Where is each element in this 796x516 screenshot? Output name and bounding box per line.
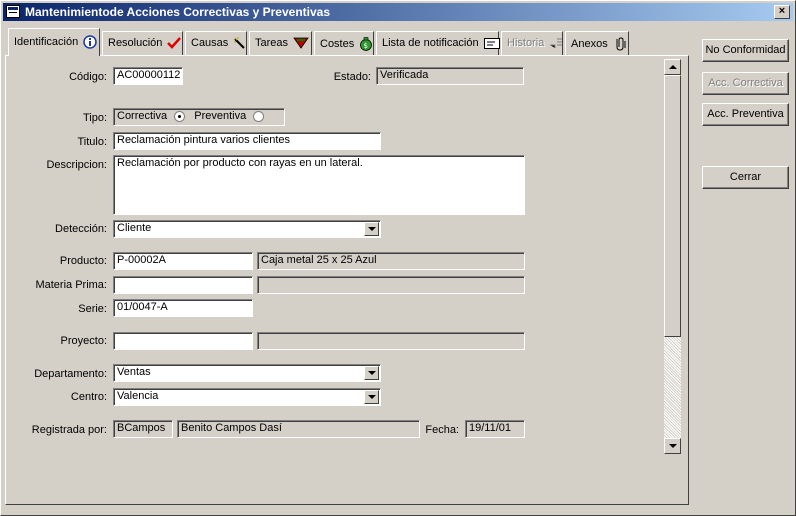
envelope-icon <box>483 37 500 49</box>
descripcion-label: Descripcion: <box>46 159 107 171</box>
producto-description-field: Caja metal 25 x 25 Azul <box>257 252 525 270</box>
info-icon <box>83 35 98 49</box>
chevron-down-icon[interactable] <box>364 366 379 380</box>
deteccion-value: Cliente <box>117 222 152 234</box>
proyecto-label: Proyecto: <box>60 335 107 347</box>
no-conformidad-button[interactable]: No Conformidad <box>702 39 789 62</box>
paperclip-icon <box>616 37 626 51</box>
wand-icon <box>234 37 246 49</box>
tab-costes[interactable]: Costes $ <box>314 31 374 55</box>
descripcion-textarea[interactable]: Reclamación por producto con rayas en un… <box>113 155 525 215</box>
tab-label: Anexos <box>571 37 608 50</box>
chevron-down-icon[interactable] <box>364 390 379 404</box>
app-icon <box>6 5 20 18</box>
tab-causas[interactable]: Causas <box>185 31 247 55</box>
producto-label: Producto: <box>59 255 107 267</box>
tipo-correctiva-radio[interactable] <box>174 110 186 122</box>
materia-prima-label: Materia Prima: <box>35 279 107 291</box>
materia-prima-code-field[interactable] <box>113 276 253 294</box>
codigo-label: Código: <box>69 71 107 83</box>
tipo-label: Tipo: <box>82 112 107 124</box>
scroll-down-button[interactable] <box>664 438 681 454</box>
title-bar[interactable]: Mantenimientode Acciones Correctivas y P… <box>3 3 793 21</box>
tab-label: Causas <box>191 37 229 49</box>
history-icon <box>550 38 563 49</box>
tab-identificacion[interactable]: Identificación <box>8 28 100 56</box>
codigo-field[interactable]: AC00000112 <box>113 67 183 85</box>
deteccion-select[interactable]: Cliente <box>113 220 381 238</box>
tipo-correctiva-label: Correctiva <box>117 110 168 122</box>
fecha-label: Fecha: <box>425 424 459 436</box>
cerrar-button[interactable]: Cerrar <box>702 166 789 189</box>
serie-label: Serie: <box>78 303 107 315</box>
svg-text:$: $ <box>364 42 368 50</box>
tab-lista-notificacion[interactable]: Lista de notificación <box>376 31 500 55</box>
tipo-preventiva-radio[interactable] <box>253 110 265 122</box>
estado-label: Estado: <box>333 71 371 83</box>
scroll-thumb[interactable] <box>664 75 681 337</box>
titulo-label: Titulo: <box>77 136 107 148</box>
fecha-field: 19/11/01 <box>465 420 525 438</box>
centro-label: Centro: <box>70 391 107 403</box>
chevron-down-icon[interactable] <box>364 222 379 236</box>
acc-preventiva-button[interactable]: Acc. Preventiva <box>702 103 789 126</box>
tab-label: Resolución <box>108 37 163 49</box>
materia-prima-description-field <box>257 276 525 294</box>
tab-label: Historia <box>507 37 545 49</box>
tipo-preventiva-label: Preventiva <box>194 110 247 122</box>
tab-historia[interactable]: Historia <box>501 31 563 55</box>
titulo-field[interactable]: Reclamación pintura varios clientes <box>113 132 381 150</box>
main-window: Mantenimientode Acciones Correctivas y P… <box>0 0 796 516</box>
departamento-value: Ventas <box>117 366 151 378</box>
tasks-icon <box>293 37 309 49</box>
tab-label: Costes <box>320 37 355 50</box>
deteccion-label: Detección: <box>55 223 107 235</box>
checkmark-icon <box>167 37 182 49</box>
tab-anexos[interactable]: Anexos <box>565 31 629 55</box>
centro-select[interactable]: Valencia <box>113 388 381 406</box>
tab-resolucion[interactable]: Resolución <box>102 31 183 55</box>
window-title: Mantenimientode Acciones Correctivas y P… <box>25 5 331 19</box>
proyecto-description-field <box>257 332 525 350</box>
serie-field[interactable]: 01/0047-A <box>113 299 253 317</box>
tab-label: Tareas <box>255 37 289 49</box>
proyecto-code-field[interactable] <box>113 332 253 350</box>
tab-label: Lista de notificación <box>382 37 479 49</box>
registrada-label: Registrada por: <box>31 424 107 436</box>
scroll-up-button[interactable] <box>664 59 681 75</box>
estado-field: Verificada <box>376 67 524 85</box>
departamento-select[interactable]: Ventas <box>113 364 381 382</box>
registrada-name-field: Benito Campos Dasí <box>177 420 420 438</box>
tab-label: Identificación <box>14 35 79 48</box>
tipo-radio-group: Correctiva Preventiva <box>113 108 285 126</box>
money-bag-icon: $ <box>360 37 373 51</box>
registrada-user-field: BCampos <box>113 420 173 438</box>
tab-tareas[interactable]: Tareas <box>249 31 312 55</box>
close-button[interactable]: × <box>774 5 790 19</box>
acc-correctiva-button[interactable]: Acc. Correctiva <box>702 72 789 95</box>
centro-value: Valencia <box>117 390 159 402</box>
vertical-scrollbar[interactable] <box>664 59 681 454</box>
producto-code-field[interactable]: P-00002A <box>113 252 253 270</box>
departamento-label: Departamento: <box>34 368 107 380</box>
